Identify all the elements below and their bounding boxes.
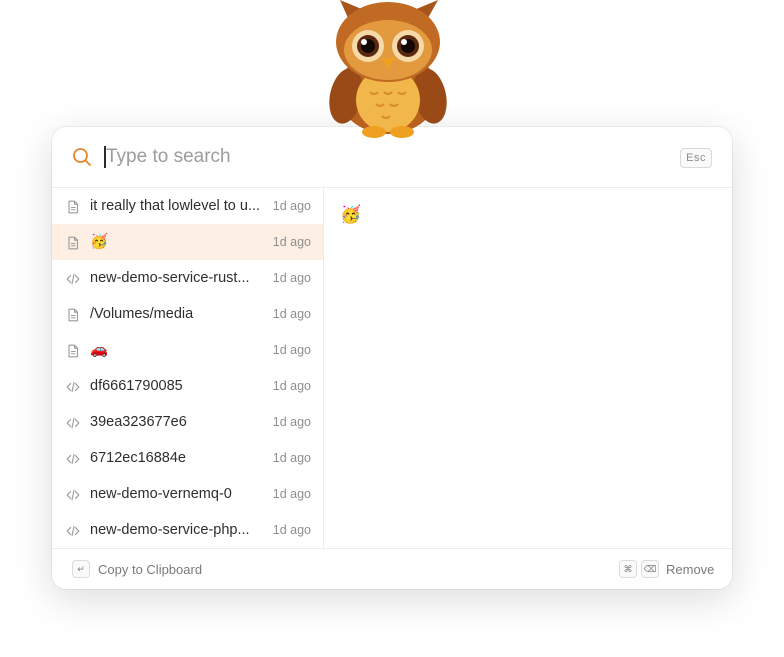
list-item[interactable]: new-demo-service-php... 1d ago xyxy=(52,512,323,548)
list-item-time: 1d ago xyxy=(272,271,311,285)
action-footer: ↵ Copy to Clipboard ⌘ ⌫ Remove xyxy=(52,548,732,589)
code-icon xyxy=(66,451,80,465)
stage: Esc it really that lowlevel to u... 1d ag… xyxy=(0,0,784,657)
list-item[interactable]: df6661790085 1d ago xyxy=(52,368,323,404)
list-item-time: 1d ago xyxy=(272,235,311,249)
text-caret xyxy=(104,146,106,168)
list-item[interactable]: 🥳 1d ago xyxy=(52,224,323,260)
esc-key-hint[interactable]: Esc xyxy=(680,148,712,168)
preview-pane: 🥳 xyxy=(324,188,732,548)
list-item-time: 1d ago xyxy=(272,307,311,321)
delete-key-hint: ⌫ xyxy=(641,560,659,578)
preview-content: 🥳 xyxy=(340,205,362,225)
list-item-time: 1d ago xyxy=(272,451,311,465)
list-item[interactable]: 🚗 1d ago xyxy=(52,332,323,368)
list-item-label: new-demo-service-php... xyxy=(90,522,250,538)
list-item[interactable]: /Volumes/media 1d ago xyxy=(52,296,323,332)
list-item[interactable]: it really that lowlevel to u... 1d ago xyxy=(52,188,323,224)
document-icon xyxy=(66,343,80,358)
list-item[interactable]: new-demo-vernemq-0 1d ago xyxy=(52,476,323,512)
list-item-label: 39ea323677e6 xyxy=(90,414,187,430)
code-icon xyxy=(66,487,80,501)
list-item[interactable]: new-demo-service-rust... 1d ago xyxy=(52,260,323,296)
document-icon xyxy=(66,199,80,214)
list-item-time: 1d ago xyxy=(272,343,311,357)
code-icon xyxy=(66,271,80,285)
document-icon xyxy=(66,307,80,322)
owl-mascot-icon xyxy=(329,0,447,138)
list-item-label: /Volumes/media xyxy=(90,306,194,322)
list-item-time: 1d ago xyxy=(272,523,311,537)
list-item-time: 1d ago xyxy=(272,415,311,429)
code-icon xyxy=(66,523,80,537)
list-item-label: new-demo-service-rust... xyxy=(90,270,250,286)
copy-to-clipboard-action[interactable]: Copy to Clipboard xyxy=(98,549,202,589)
list-item-label: 🚗 xyxy=(90,342,109,358)
results-list: it really that lowlevel to u... 1d ago 🥳 1d… xyxy=(52,188,324,548)
list-item-label: 🥳 xyxy=(90,234,109,250)
code-icon xyxy=(66,379,80,393)
list-item-time: 1d ago xyxy=(272,199,311,213)
list-item[interactable]: 6712ec16884e 1d ago xyxy=(52,440,323,476)
list-item-time: 1d ago xyxy=(272,487,311,501)
list-item[interactable]: 39ea323677e6 1d ago xyxy=(52,404,323,440)
list-item-label: 6712ec16884e xyxy=(90,450,186,466)
document-icon xyxy=(66,235,80,250)
list-item-label: df6661790085 xyxy=(90,378,183,394)
launcher-window: Esc it really that lowlevel to u... 1d ag… xyxy=(52,127,732,589)
return-key-hint: ↵ xyxy=(72,560,90,578)
list-item-label: it really that lowlevel to u... xyxy=(90,198,261,214)
search-icon xyxy=(73,148,91,166)
command-key-hint: ⌘ xyxy=(619,560,637,578)
remove-action[interactable]: Remove xyxy=(666,549,714,589)
search-input[interactable] xyxy=(104,141,666,173)
list-item-label: new-demo-vernemq-0 xyxy=(90,486,232,502)
code-icon xyxy=(66,415,80,429)
list-item-time: 1d ago xyxy=(272,379,311,393)
